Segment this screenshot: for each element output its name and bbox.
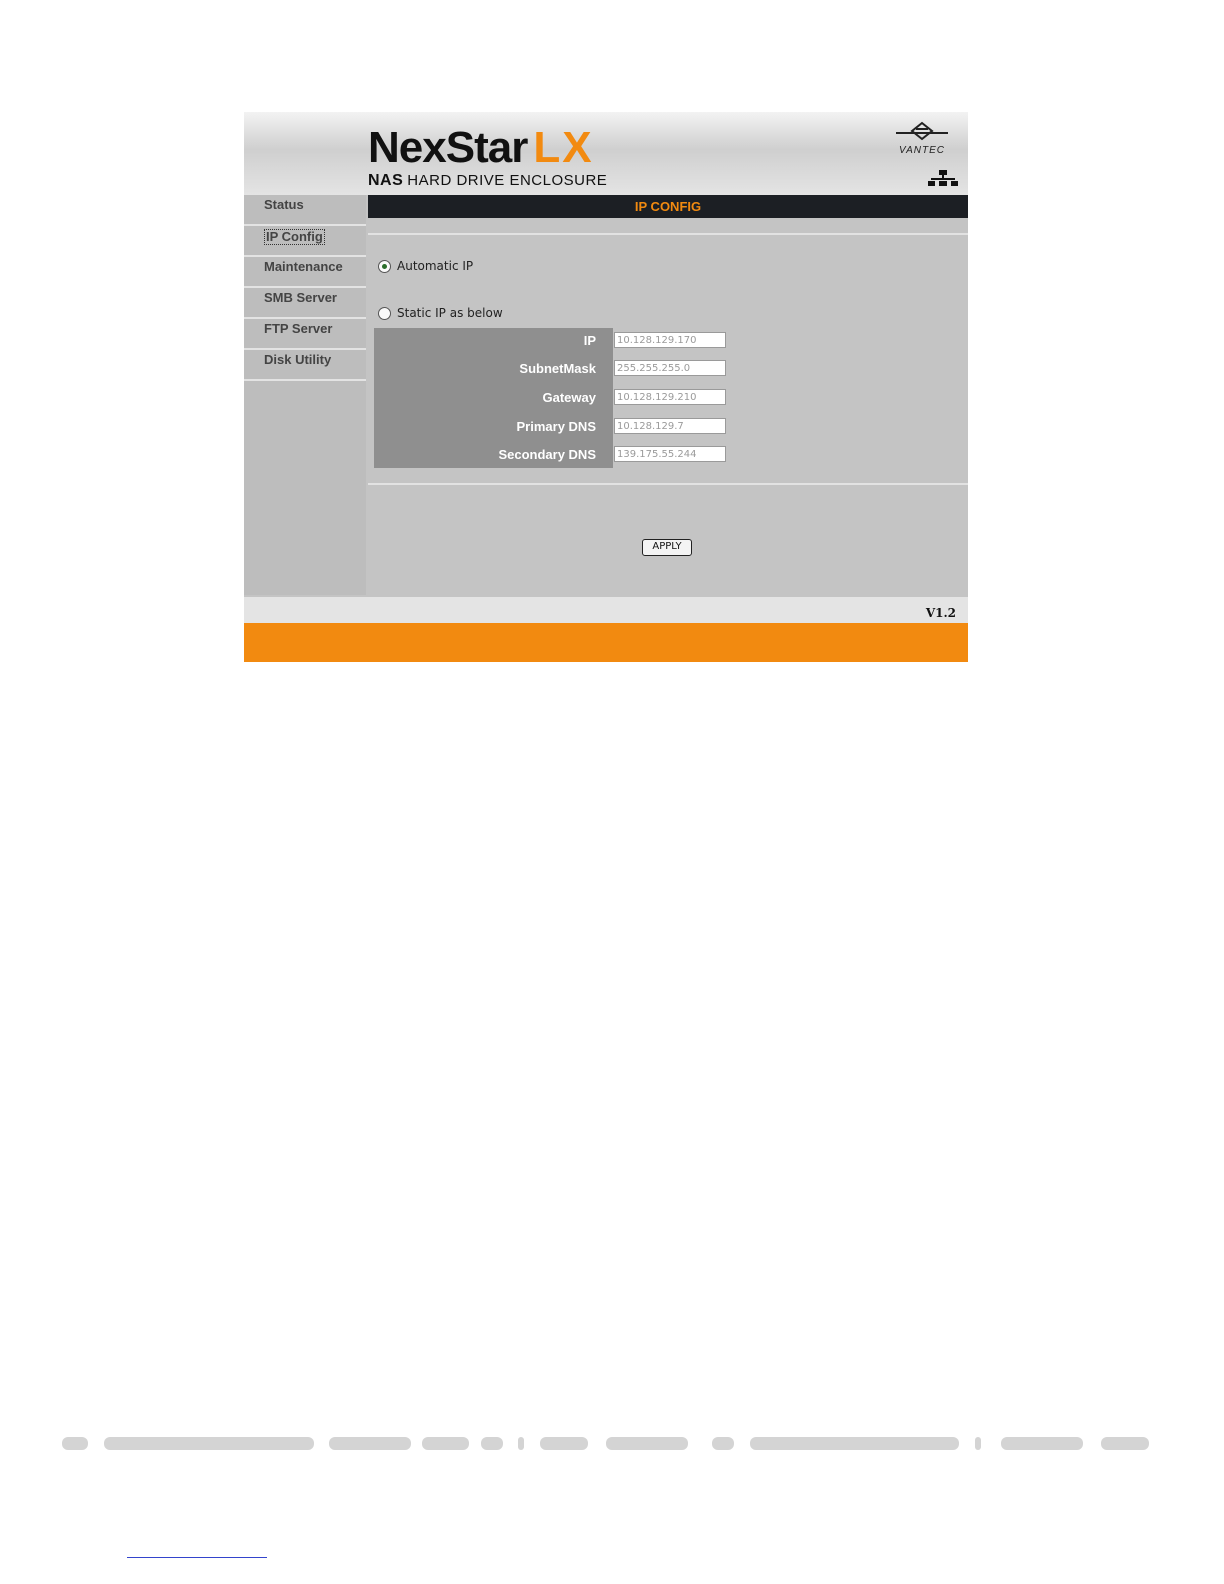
redacted-text-block	[518, 1437, 524, 1450]
ip-input[interactable]: 10.128.129.170	[614, 332, 726, 348]
redacted-text-block	[104, 1437, 314, 1450]
redacted-text-block	[62, 1437, 88, 1450]
accent-bar	[244, 623, 968, 662]
version-label: V1.2	[925, 606, 956, 620]
ip-label: IP	[583, 333, 596, 348]
header-banner: NexStar LX NAS HARD DRIVE ENCLOSURE VANTEC	[244, 112, 968, 195]
sidebar-item-smb-server[interactable]: SMB Server	[244, 288, 366, 319]
redacted-text-block	[750, 1437, 959, 1450]
static-ip-radio[interactable]	[378, 307, 391, 320]
subnetmask-label: SubnetMask	[519, 361, 596, 376]
logo-sub-text: HARD DRIVE ENCLOSURE	[407, 172, 608, 189]
sidebar-nav: Status IP Config Maintenance SMB Server …	[244, 195, 366, 595]
gateway-field-row: Gateway 10.128.129.210	[368, 385, 738, 413]
redacted-text-block	[540, 1437, 588, 1450]
ip-field-row: IP 10.128.129.170	[368, 328, 738, 356]
primary-dns-field-row: Primary DNS 10.128.129.7	[368, 414, 738, 442]
nas-web-ui: NexStar LX NAS HARD DRIVE ENCLOSURE VANTEC…	[244, 112, 968, 662]
redacted-text-block	[975, 1437, 981, 1450]
redacted-text-block	[422, 1437, 469, 1450]
page-footer-redacted	[62, 1437, 1152, 1451]
gateway-label: Gateway	[542, 390, 596, 405]
secondary-dns-field-row: Secondary DNS 139.175.55.244	[368, 442, 738, 470]
subnetmask-field-row: SubnetMask 255.255.255.0	[368, 356, 738, 384]
subnetmask-input[interactable]: 255.255.255.0	[614, 360, 726, 376]
automatic-ip-option[interactable]: Automatic IP	[378, 259, 473, 273]
sidebar-item-label: IP Config	[264, 229, 325, 245]
sidebar-item-ip-config[interactable]: IP Config	[244, 226, 366, 257]
secondary-dns-input[interactable]: 139.175.55.244	[614, 446, 726, 462]
page-title: IP CONFIG	[368, 195, 968, 218]
logo-product: NexStar	[368, 123, 528, 172]
vantec-wordmark: VANTEC	[898, 145, 945, 156]
primary-dns-input[interactable]: 10.128.129.7	[614, 418, 726, 434]
automatic-ip-label: Automatic IP	[397, 259, 474, 273]
nexstar-logo: NexStar LX NAS HARD DRIVE ENCLOSURE	[368, 126, 607, 190]
divider	[368, 483, 968, 485]
redacted-text-block	[1001, 1437, 1083, 1450]
apply-button[interactable]: APPLY	[642, 539, 692, 556]
redacted-text-block	[606, 1437, 688, 1450]
sidebar-item-label: Maintenance	[264, 259, 343, 274]
sidebar-item-status[interactable]: Status	[244, 195, 366, 226]
radio-selected-dot	[382, 264, 387, 269]
network-icon	[928, 170, 958, 186]
sidebar-item-label: FTP Server	[264, 321, 333, 336]
logo-product-suffix: LX	[533, 123, 594, 172]
secondary-dns-label: Secondary DNS	[498, 447, 596, 462]
redacted-text-block	[481, 1437, 503, 1450]
static-ip-label: Static IP as below	[397, 306, 503, 320]
gateway-input[interactable]: 10.128.129.210	[614, 389, 726, 405]
redacted-text-block	[1101, 1437, 1149, 1450]
sidebar-item-label: Disk Utility	[264, 352, 332, 367]
sidebar-item-label: Status	[264, 197, 304, 212]
primary-dns-label: Primary DNS	[516, 419, 596, 434]
vantec-logo: VANTEC	[892, 120, 952, 156]
sidebar-item-disk-utility[interactable]: Disk Utility	[244, 350, 366, 381]
sidebar-item-label: SMB Server	[264, 290, 337, 305]
redacted-text-block	[712, 1437, 734, 1450]
footer-bar: V1.2	[244, 597, 968, 623]
sidebar-item-maintenance[interactable]: Maintenance	[244, 257, 366, 288]
redacted-text-block	[329, 1437, 411, 1450]
vantec-emblem-icon	[896, 121, 948, 141]
footnote-link-rule	[127, 1557, 267, 1558]
logo-sub-bold: NAS	[368, 172, 404, 189]
static-ip-option[interactable]: Static IP as below	[378, 306, 503, 320]
automatic-ip-radio[interactable]	[378, 260, 391, 273]
main-content: IP CONFIG Automatic IP Static IP as belo…	[368, 195, 968, 595]
sidebar-item-ftp-server[interactable]: FTP Server	[244, 319, 366, 350]
divider	[368, 233, 968, 235]
